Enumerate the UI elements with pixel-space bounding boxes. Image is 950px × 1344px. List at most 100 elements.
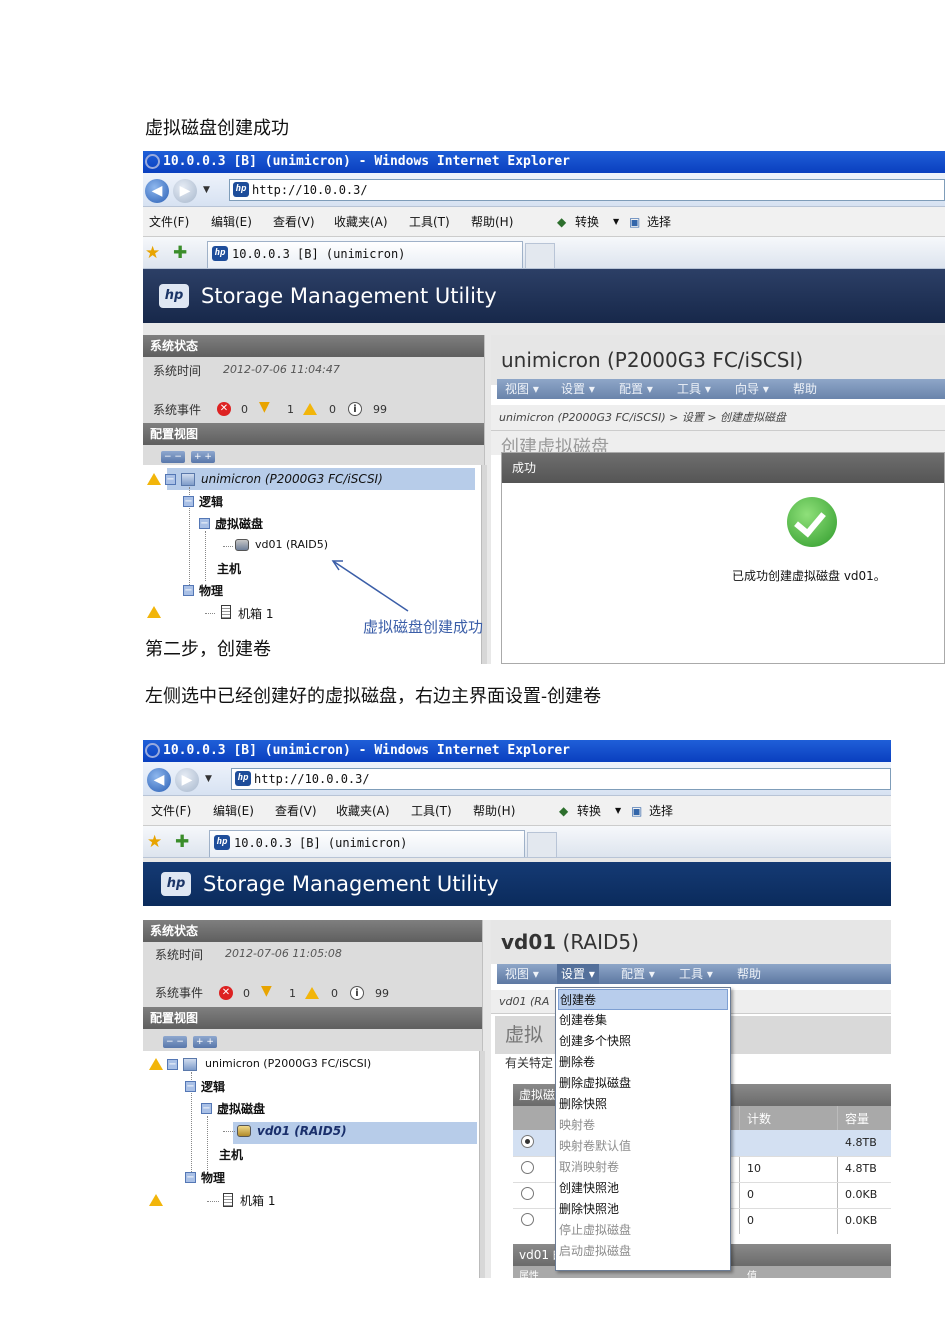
dropdown-create-snap-pool[interactable]: 创建快照池 [558,1178,728,1199]
convert-icon[interactable]: ◆ [559,796,568,826]
vdisk-name: vd01 [501,930,557,954]
ie-menu-bar: 文件(F) 编辑(E) 查看(V) 收藏夹(A) 工具(T) 帮助(H) ◆ 转… [143,796,891,826]
menu-provisioning[interactable]: 设置 ▾ [557,964,599,984]
row-count: 0 [747,1214,754,1227]
expand-all-button[interactable]: + + [193,1036,217,1048]
row-radio[interactable] [521,1213,534,1226]
tree-logical[interactable]: 逻辑 [201,1078,225,1095]
prop-col-header: 属性 [519,1271,539,1278]
menu-view-app[interactable]: 视图 ▾ [505,379,539,399]
logical-collapse-icon[interactable]: − [185,1081,196,1092]
success-message: 已成功创建虚拟磁盘 vd01。 [732,569,886,583]
browser-tab[interactable]: hp 10.0.0.3 [B] (unimicron) [209,830,525,857]
menu-favorites[interactable]: 收藏夹(A) [336,796,390,826]
dropdown-unmap-volume: 取消映射卷 [559,1160,620,1174]
header-gap [143,906,891,920]
menu-help-app[interactable]: 帮助 [737,964,761,984]
tree-physical[interactable]: 物理 [201,1169,225,1186]
dropdown-create-multiple-snapshots[interactable]: 创建多个快照 [558,1031,728,1052]
dropdown-start-vdisk: 启动虚拟磁盘 [559,1244,632,1258]
convert-dropdown-icon[interactable]: ▼ [615,796,621,826]
row-radio[interactable] [521,1161,534,1174]
vdisks-collapse-icon[interactable]: − [201,1103,212,1114]
hp-favicon-icon: hp [235,771,251,786]
ie-title-bar: 10.0.0.3 [B] (unimicron) - Windows Inter… [143,740,891,762]
row-capacity: 4.8TB [845,1136,877,1149]
menu-help[interactable]: 帮助(H) [473,796,515,826]
menu-configuration[interactable]: 配置 ▾ [621,964,655,984]
dialog-title: 成功 [502,453,944,483]
tab-favicon-icon: hp [214,835,230,850]
col-capacity-header: 容量 [845,1112,870,1126]
success-dialog: 成功 已成功创建虚拟磁盘 vd01。 [501,452,945,664]
tree-line [223,1131,235,1132]
row-capacity: 0.0KB [845,1214,878,1227]
provisioning-dropdown: 创建卷 创建卷集 创建多个快照 删除卷 删除虚拟磁盘 删除快照 映射卷 映射卷默… [555,987,731,1271]
row-count: 0 [747,1188,754,1201]
menu-tools[interactable]: 工具(T) [411,796,452,826]
screenshot-2: 10.0.0.3 [B] (unimicron) - Windows Inter… [143,740,891,1278]
back-arrow-icon[interactable]: ◀ [147,768,171,792]
dropdown-map-volume-defaults: 映射卷默认值 [559,1139,632,1153]
left-scrollbar[interactable] [479,1051,485,1278]
tree-host[interactable]: 主机 [219,1146,243,1163]
menu-view[interactable]: 查看(V) [275,796,317,826]
screenshot-1: 10.0.0.3 [B] (unimicron) - Windows Inter… [143,151,945,664]
dropdown-map-volume: 映射卷 [559,1118,596,1132]
menu-configuration[interactable]: 配置 ▾ [619,379,653,399]
config-view-header: 配置视图 [143,1007,482,1029]
critical-event-icon[interactable]: ✕ [219,986,233,1000]
dropdown-create-volume[interactable]: 创建卷 [558,989,728,1010]
doc-heading-success: 虚拟磁盘创建成功 [145,118,289,139]
menu-tools-app[interactable]: 工具 ▾ [679,964,713,984]
select-icon[interactable]: ▣ [631,796,642,826]
row-radio[interactable] [521,1187,534,1200]
row-count: 10 [747,1162,761,1175]
breadcrumb: unimicron (P2000G3 FC/iSCSI) > 设置 > 创建虚拟… [491,405,945,431]
dropdown-delete-vdisk[interactable]: 删除虚拟磁盘 [558,1073,728,1094]
right-panel: unimicron (P2000G3 FC/iSCSI) 视图 ▾ 设置 ▾ 配… [491,335,945,664]
url-text: http://10.0.0.3/ [254,772,370,786]
add-favorite-icon[interactable]: ✚ [175,832,189,852]
tree-vdisk-vd01[interactable]: vd01 (RAID5) [257,1124,347,1138]
menu-edit[interactable]: 编辑(E) [213,796,254,826]
root-collapse-icon[interactable]: − [167,1059,178,1070]
new-tab-button[interactable] [527,832,557,857]
convert-button[interactable]: 转换 [577,796,601,826]
ie-icon [145,743,160,758]
row-radio[interactable] [521,1135,534,1148]
tree-enclosure[interactable]: 机箱 1 [240,1192,275,1209]
root-warning-icon [149,1058,163,1070]
tree-root[interactable]: unimicron (P2000G3 FC/iSCSI) [205,1057,371,1070]
menu-view-app[interactable]: 视图 ▾ [505,964,539,984]
error-count: 1 [289,987,296,1000]
menu-help-app[interactable]: 帮助 [793,379,817,399]
select-button[interactable]: 选择 [649,796,673,826]
dropdown-delete-snap-pool[interactable]: 删除快照池 [558,1199,728,1220]
dropdown-stop-vdisk: 停止虚拟磁盘 [559,1223,632,1237]
forward-arrow-icon[interactable]: ▶ [175,768,199,792]
col-divider [739,1106,740,1234]
tree-line [207,1201,219,1202]
dropdown-delete-snapshot[interactable]: 删除快照 [558,1094,728,1115]
menu-tools-app[interactable]: 工具 ▾ [677,379,711,399]
error-event-icon[interactable]: ▼ [261,983,272,999]
menu-file[interactable]: 文件(F) [151,796,191,826]
right-panel: vd01 (RAID5) 视图 ▾ 设置 ▾ 配置 ▾ 工具 ▾ 帮助 vd01… [491,920,891,1278]
col-count-header: 计数 [747,1112,772,1126]
physical-collapse-icon[interactable]: − [185,1172,196,1183]
dropdown-delete-volume[interactable]: 删除卷 [558,1052,728,1073]
row-capacity: 0.0KB [845,1188,878,1201]
history-dropdown-icon[interactable]: ▼ [205,774,212,784]
info-event-icon[interactable]: i [350,986,364,1000]
collapse-all-button[interactable]: − − [163,1036,187,1048]
favorites-star-icon[interactable]: ★ [147,832,162,852]
dropdown-create-volume-set[interactable]: 创建卷集 [558,1010,728,1031]
menu-wizards[interactable]: 向导 ▾ [735,379,769,399]
menu-provisioning[interactable]: 设置 ▾ [561,379,595,399]
system-status-header: 系统状态 [143,920,482,942]
warning-event-icon[interactable] [305,987,319,999]
info-count: 99 [375,987,389,1000]
url-field[interactable]: hp http://10.0.0.3/ [231,768,891,790]
tree-vdisks[interactable]: 虚拟磁盘 [217,1100,265,1117]
